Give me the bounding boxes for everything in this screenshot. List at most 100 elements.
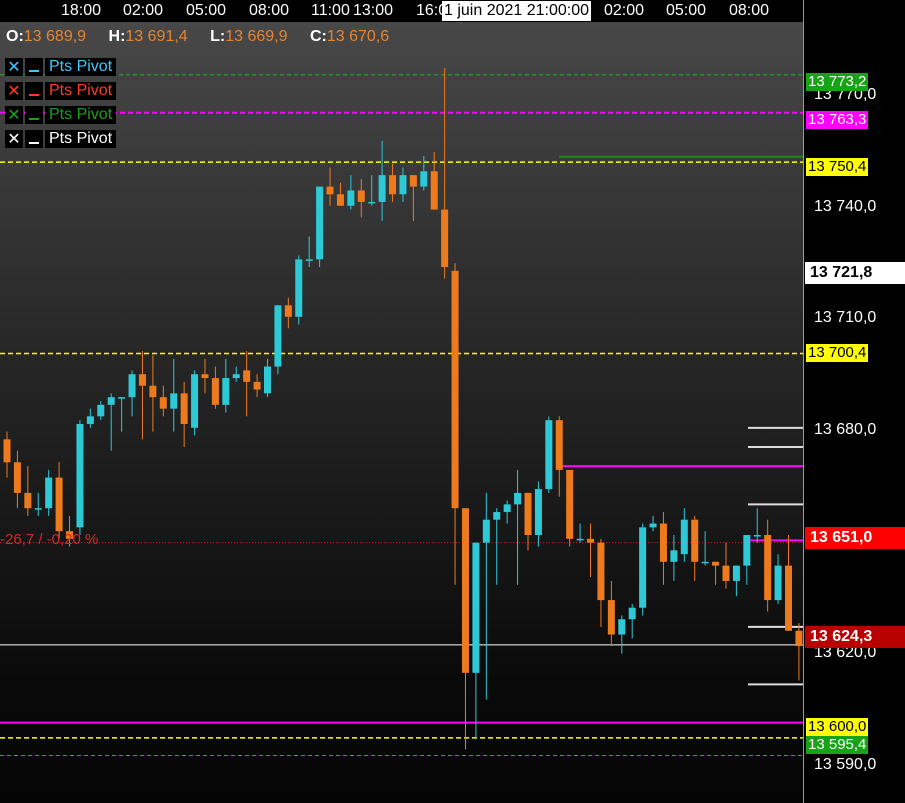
last-price-badge: 13 624,3 [805,626,905,648]
line-style-icon[interactable] [25,82,43,100]
candle-bullish [274,305,282,367]
candle-bearish [785,565,792,631]
candle-bullish [264,366,271,394]
candle-bullish [107,397,115,405]
pivot-legend-name[interactable]: Pts Pivot [45,130,117,148]
close-icon[interactable]: ✕ [5,130,23,148]
candle-bearish [524,492,532,536]
candle-bearish [201,374,209,379]
candle-bullish [170,393,178,409]
pivot-legend-name[interactable]: Pts Pivot [45,106,117,124]
price-tick: 13 590,0 [814,756,877,773]
price-tick: 13 680,0 [814,421,877,438]
candle-bullish [368,201,376,204]
candle-bearish [566,469,574,539]
time-label: 02:00 [123,2,164,19]
pivot-legend-green[interactable]: ✕ Pts Pivot [5,105,117,125]
candle-bearish [712,561,720,566]
time-label: 02:00 [604,2,645,19]
pivot-price-badge: 13 700,4 [806,344,869,362]
candle-bullish [680,519,688,555]
reference-price-badge: 13 651,0 [805,527,905,549]
candle-bullish [753,535,761,537]
candle-bearish [555,420,563,470]
price-plot[interactable] [0,0,803,803]
candle-bullish [534,489,542,536]
high-key: H: [108,28,126,45]
open-value: 13 689,9 [23,28,87,45]
candle-bullish [639,527,647,608]
pivot-price-badge: 13 750,4 [806,158,869,176]
close-icon[interactable]: ✕ [5,82,23,100]
price-tick: 13 740,0 [814,198,877,215]
candle-bullish [545,420,553,490]
candle-bearish [3,439,11,463]
candle-bullish [316,186,324,260]
time-axis: 18:00 02:00 05:00 08:00 11:00 13:00 16:0… [0,0,803,22]
candle-bearish [138,374,146,386]
candle-bullish [743,535,751,566]
candle-bearish [795,630,803,647]
candle-bullish [378,175,386,202]
candle-bearish [211,378,219,405]
line-style-icon[interactable] [25,58,43,76]
candle-bearish [253,381,261,390]
candle-bearish [326,186,334,195]
candle-bullish [97,404,105,417]
candle-bullish [295,259,303,317]
pivot-price-badge: 13 595,4 [806,736,869,754]
candle-bullish [76,423,84,528]
candle-bearish [159,397,167,409]
candle-bullish [305,259,313,261]
candle-bearish [357,190,365,202]
line-style-icon[interactable] [25,106,43,124]
candle-bullish [45,477,53,509]
high-value: 13 691,4 [125,28,188,45]
chart-area[interactable]: 18:00 02:00 05:00 08:00 11:00 13:00 16:0… [0,0,803,803]
candle-bullish [232,374,240,379]
pivot-legend-white[interactable]: ✕ Pts Pivot [5,129,117,149]
pivot-price-badge: 13 763,3 [806,111,869,129]
candle-bullish [191,374,199,428]
candle-bullish [399,175,407,195]
candle-bearish [336,194,344,206]
time-label: 05:00 [186,2,227,19]
candle-bearish [149,385,157,398]
candle-bullish [222,378,230,405]
candle-bullish [86,416,94,424]
candle-bearish [24,492,32,509]
pivot-legend-name[interactable]: Pts Pivot [45,58,117,76]
price-tick: 13 710,0 [814,309,877,326]
candle-bearish [691,519,699,562]
candle-bullish [732,565,740,581]
candle-bearish [597,542,605,601]
ohlc-readout: O:13 689,9 H:13 691,4 L:13 669,9 C:13 67… [6,28,407,46]
pivot-legend-name[interactable]: Pts Pivot [45,82,117,100]
line-style-icon[interactable] [25,130,43,148]
candles [3,67,803,750]
candle-bullish [670,550,678,562]
pivot-legend-red[interactable]: ✕ Pts Pivot [5,81,117,101]
candle-bearish [764,535,772,601]
candle-bearish [409,175,417,187]
candle-bearish [243,370,251,382]
pivot-legend-cyan[interactable]: ✕ Pts Pivot [5,57,117,77]
pivot-price-badge: 13 773,2 [806,73,869,91]
candle-bullish [503,504,511,513]
candle-bullish [472,542,480,673]
close-icon[interactable]: ✕ [5,106,23,124]
close-key: C: [309,28,327,45]
candle-bullish [128,374,136,398]
candle-bearish [607,600,615,635]
candle-bearish [55,477,63,532]
candle-bearish [389,175,397,195]
crosshair-time-label: 1 juin 2021 21:00:00 [442,1,592,21]
variation-label: -26,7 / -0,20 % [0,531,99,548]
price-axis[interactable]: 13 770,0 13 740,0 13 710,0 13 680,0 13 6… [803,0,905,803]
candle-bearish [284,305,292,317]
close-icon[interactable]: ✕ [5,58,23,76]
candle-bullish [482,519,490,543]
candle-bearish [451,270,459,509]
candle-bullish [628,607,636,620]
open-key: O: [6,28,24,45]
